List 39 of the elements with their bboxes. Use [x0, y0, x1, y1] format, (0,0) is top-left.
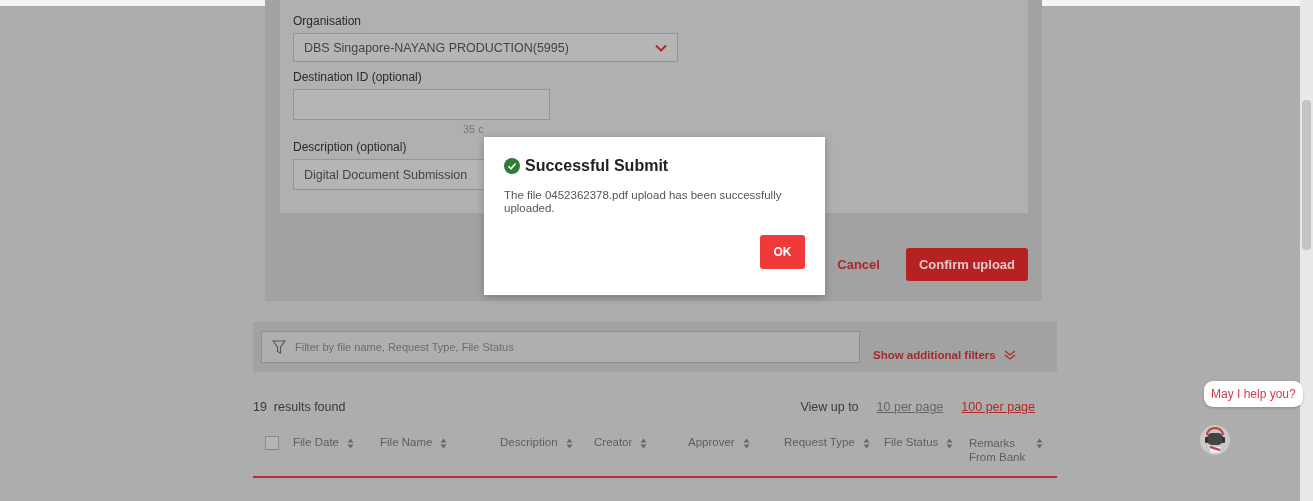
- show-filters-link[interactable]: Show additional filters: [873, 349, 1016, 361]
- organisation-dropdown[interactable]: DBS Singapore-NAYANG PRODUCTION(5995): [293, 33, 678, 62]
- ok-button[interactable]: OK: [760, 235, 805, 269]
- scrollbar[interactable]: [1300, 0, 1313, 501]
- select-all-checkbox[interactable]: [265, 436, 279, 450]
- confirm-upload-button[interactable]: Confirm upload: [905, 248, 1028, 281]
- column-header[interactable]: Creator: [594, 436, 633, 448]
- column-header[interactable]: Remarks From Bank: [969, 436, 1028, 464]
- cancel-button[interactable]: Cancel: [837, 257, 880, 272]
- funnel-icon: [272, 339, 286, 355]
- sort-icon: [946, 438, 954, 449]
- field-label: Destination ID (optional): [293, 70, 423, 84]
- column-header[interactable]: File Status: [884, 436, 939, 448]
- success-check-icon: [504, 158, 520, 174]
- filter-field[interactable]: Filter by file name, Request Type, File Status: [261, 331, 860, 363]
- dialog-message: The file 0452362378.pdf upload has been successfully uploaded.: [504, 189, 783, 215]
- chat-bubble: May I help you?: [1204, 381, 1303, 407]
- sort-icon: [565, 438, 573, 449]
- page-size-link[interactable]: 100 per page: [961, 400, 1035, 414]
- view-label: View up to: [800, 400, 859, 414]
- column-header[interactable]: Approver: [688, 436, 735, 448]
- chevron-down-icon: [655, 43, 667, 52]
- column-header[interactable]: File Name: [380, 436, 433, 448]
- input-field[interactable]: [293, 89, 550, 120]
- field-label: Organisation: [293, 14, 363, 28]
- sort-icon: [640, 438, 648, 449]
- column-header[interactable]: File Date: [293, 436, 340, 448]
- sort-icon: [862, 438, 870, 449]
- results-count: 19 results found: [253, 400, 346, 414]
- field-label: Description (optional): [293, 140, 408, 154]
- sort-icon: [440, 438, 448, 449]
- column-header[interactable]: Request Type: [784, 436, 855, 448]
- robot-avatar-icon: [1200, 425, 1230, 455]
- sort-icon: [1036, 438, 1043, 449]
- column-header[interactable]: Description: [500, 436, 558, 448]
- double-chevron-icon: [1003, 350, 1016, 360]
- sort-icon: [742, 438, 750, 449]
- page-size-link[interactable]: 10 per page: [876, 400, 944, 414]
- sort-icon: [347, 438, 355, 449]
